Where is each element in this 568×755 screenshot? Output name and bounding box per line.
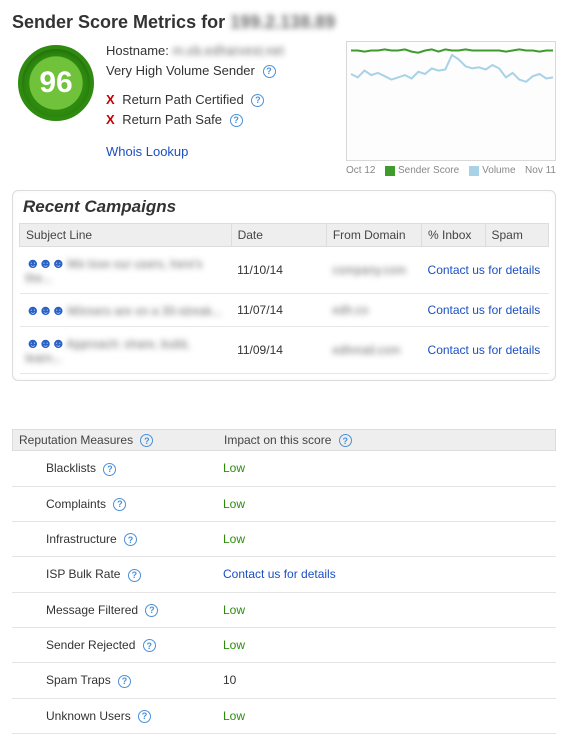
campaigns-table: Subject Line Date From Domain % Inbox Sp… — [19, 223, 549, 374]
col-date: Date — [231, 224, 326, 247]
measure-value: Low — [223, 638, 245, 652]
help-icon[interactable]: ? — [118, 675, 131, 688]
people-icon: ☻☻☻ — [26, 302, 64, 318]
legend-label: Sender Score — [398, 165, 459, 176]
chart-canvas — [347, 42, 556, 161]
hostname-label: Hostname: — [106, 43, 172, 58]
measure-value: Low — [223, 497, 245, 511]
help-icon[interactable]: ? — [230, 114, 243, 127]
col-inbox: % Inbox — [422, 224, 485, 247]
col-subject: Subject Line — [20, 224, 232, 247]
sender-info: Hostname: m.ob.edharvest.net Very High V… — [106, 41, 334, 163]
measure-label: Blacklists — [46, 461, 96, 475]
measure-row: Unknown Users ? Low — [12, 699, 556, 734]
x-icon: X — [106, 112, 115, 127]
campaign-from: edh.co — [332, 303, 368, 317]
recent-campaigns-panel: Recent Campaigns Subject Line Date From … — [12, 190, 556, 381]
measure-row: Message Filtered ? Low — [12, 593, 556, 628]
people-icon: ☻☻☻ — [26, 255, 64, 271]
hostname-value: m.ob.edharvest.net — [172, 43, 283, 58]
help-icon[interactable]: ? — [251, 94, 264, 107]
legend-item-score: Sender Score — [385, 165, 459, 176]
chart-x-end: Nov 11 — [525, 165, 556, 176]
measure-label: Unknown Users — [46, 709, 131, 723]
help-icon[interactable]: ? — [124, 533, 137, 546]
measure-label: Infrastructure — [46, 532, 117, 546]
people-icon: ☻☻☻ — [26, 335, 64, 351]
return-path-safe: Return Path Safe — [122, 112, 222, 127]
contact-link[interactable]: Contact us for details — [428, 263, 541, 277]
swatch-icon — [385, 166, 395, 176]
col-from: From Domain — [326, 224, 421, 247]
contact-link[interactable]: Contact us for details — [428, 343, 541, 357]
legend-label: Volume — [482, 165, 515, 176]
campaign-date: 11/10/14 — [231, 247, 326, 294]
measure-row: Blacklists ? Low — [12, 451, 556, 486]
x-icon: X — [106, 92, 115, 107]
table-row: ☻☻☻ Approach: share, build, learn...11/0… — [20, 327, 549, 374]
measure-value: Low — [223, 603, 245, 617]
title-ip: 199.2.138.89 — [230, 12, 335, 32]
page-title: Sender Score Metrics for 199.2.138.89 — [12, 12, 556, 33]
help-icon[interactable]: ? — [103, 463, 116, 476]
volume-level: Very High Volume Sender — [106, 63, 255, 78]
measure-label: Message Filtered — [46, 603, 138, 617]
help-icon[interactable]: ? — [140, 434, 153, 447]
measure-row: Spam Traps ? 10 — [12, 663, 556, 698]
measure-value: Low — [223, 709, 245, 723]
measure-label: Sender Rejected — [46, 638, 135, 652]
measure-label: Spam Traps — [46, 673, 111, 687]
score-value: 96 — [39, 66, 72, 100]
measures-header-right: Impact on this score — [224, 433, 331, 447]
campaign-subject: Winners are on a 30-streak... — [67, 304, 222, 318]
measure-value: Low — [223, 532, 245, 546]
help-icon[interactable]: ? — [263, 65, 276, 78]
measure-row: ISP Bulk Rate ? Contact us for details — [12, 557, 556, 592]
help-icon[interactable]: ? — [113, 498, 126, 511]
whois-link[interactable]: Whois Lookup — [106, 144, 188, 159]
contact-link[interactable]: Contact us for details — [223, 567, 336, 581]
measure-label: Complaints — [46, 497, 106, 511]
measure-label: ISP Bulk Rate — [46, 567, 120, 581]
contact-link[interactable]: Contact us for details — [428, 303, 541, 317]
measure-row: Infrastructure ? Low — [12, 522, 556, 557]
score-badge: 96 — [18, 45, 94, 121]
campaign-from: edhmail.com — [332, 343, 400, 357]
measure-row: Complaints ? Low — [12, 487, 556, 522]
measure-value: Low — [223, 461, 245, 475]
chart-x-start: Oct 12 — [346, 165, 375, 176]
campaign-date: 11/09/14 — [231, 327, 326, 374]
campaign-date: 11/07/14 — [231, 294, 326, 327]
table-row: ☻☻☻ Winners are on a 30-streak... 11/07/1… — [20, 294, 549, 327]
help-icon[interactable]: ? — [128, 569, 141, 582]
legend-item-volume: Volume — [469, 165, 515, 176]
col-spam: Spam — [485, 224, 549, 247]
recent-campaigns-heading: Recent Campaigns — [23, 197, 545, 217]
help-icon[interactable]: ? — [143, 639, 156, 652]
help-icon[interactable]: ? — [138, 710, 151, 723]
title-prefix: Sender Score Metrics for — [12, 12, 230, 32]
measure-row: Sender Rejected ? Low — [12, 628, 556, 663]
help-icon[interactable]: ? — [339, 434, 352, 447]
measures-header-left: Reputation Measures — [19, 433, 133, 447]
swatch-icon — [469, 166, 479, 176]
help-icon[interactable]: ? — [145, 604, 158, 617]
campaign-from: company.com — [332, 263, 406, 277]
return-path-certified: Return Path Certified — [122, 92, 243, 107]
reputation-measures: Reputation Measures ? Impact on this sco… — [12, 429, 556, 734]
reputation-chart: Oct 12 Sender Score Volume Nov 11 — [346, 41, 556, 176]
measure-value: 10 — [223, 673, 236, 687]
table-row: ☻☻☻ We love our users, here's the...11/1… — [20, 247, 549, 294]
